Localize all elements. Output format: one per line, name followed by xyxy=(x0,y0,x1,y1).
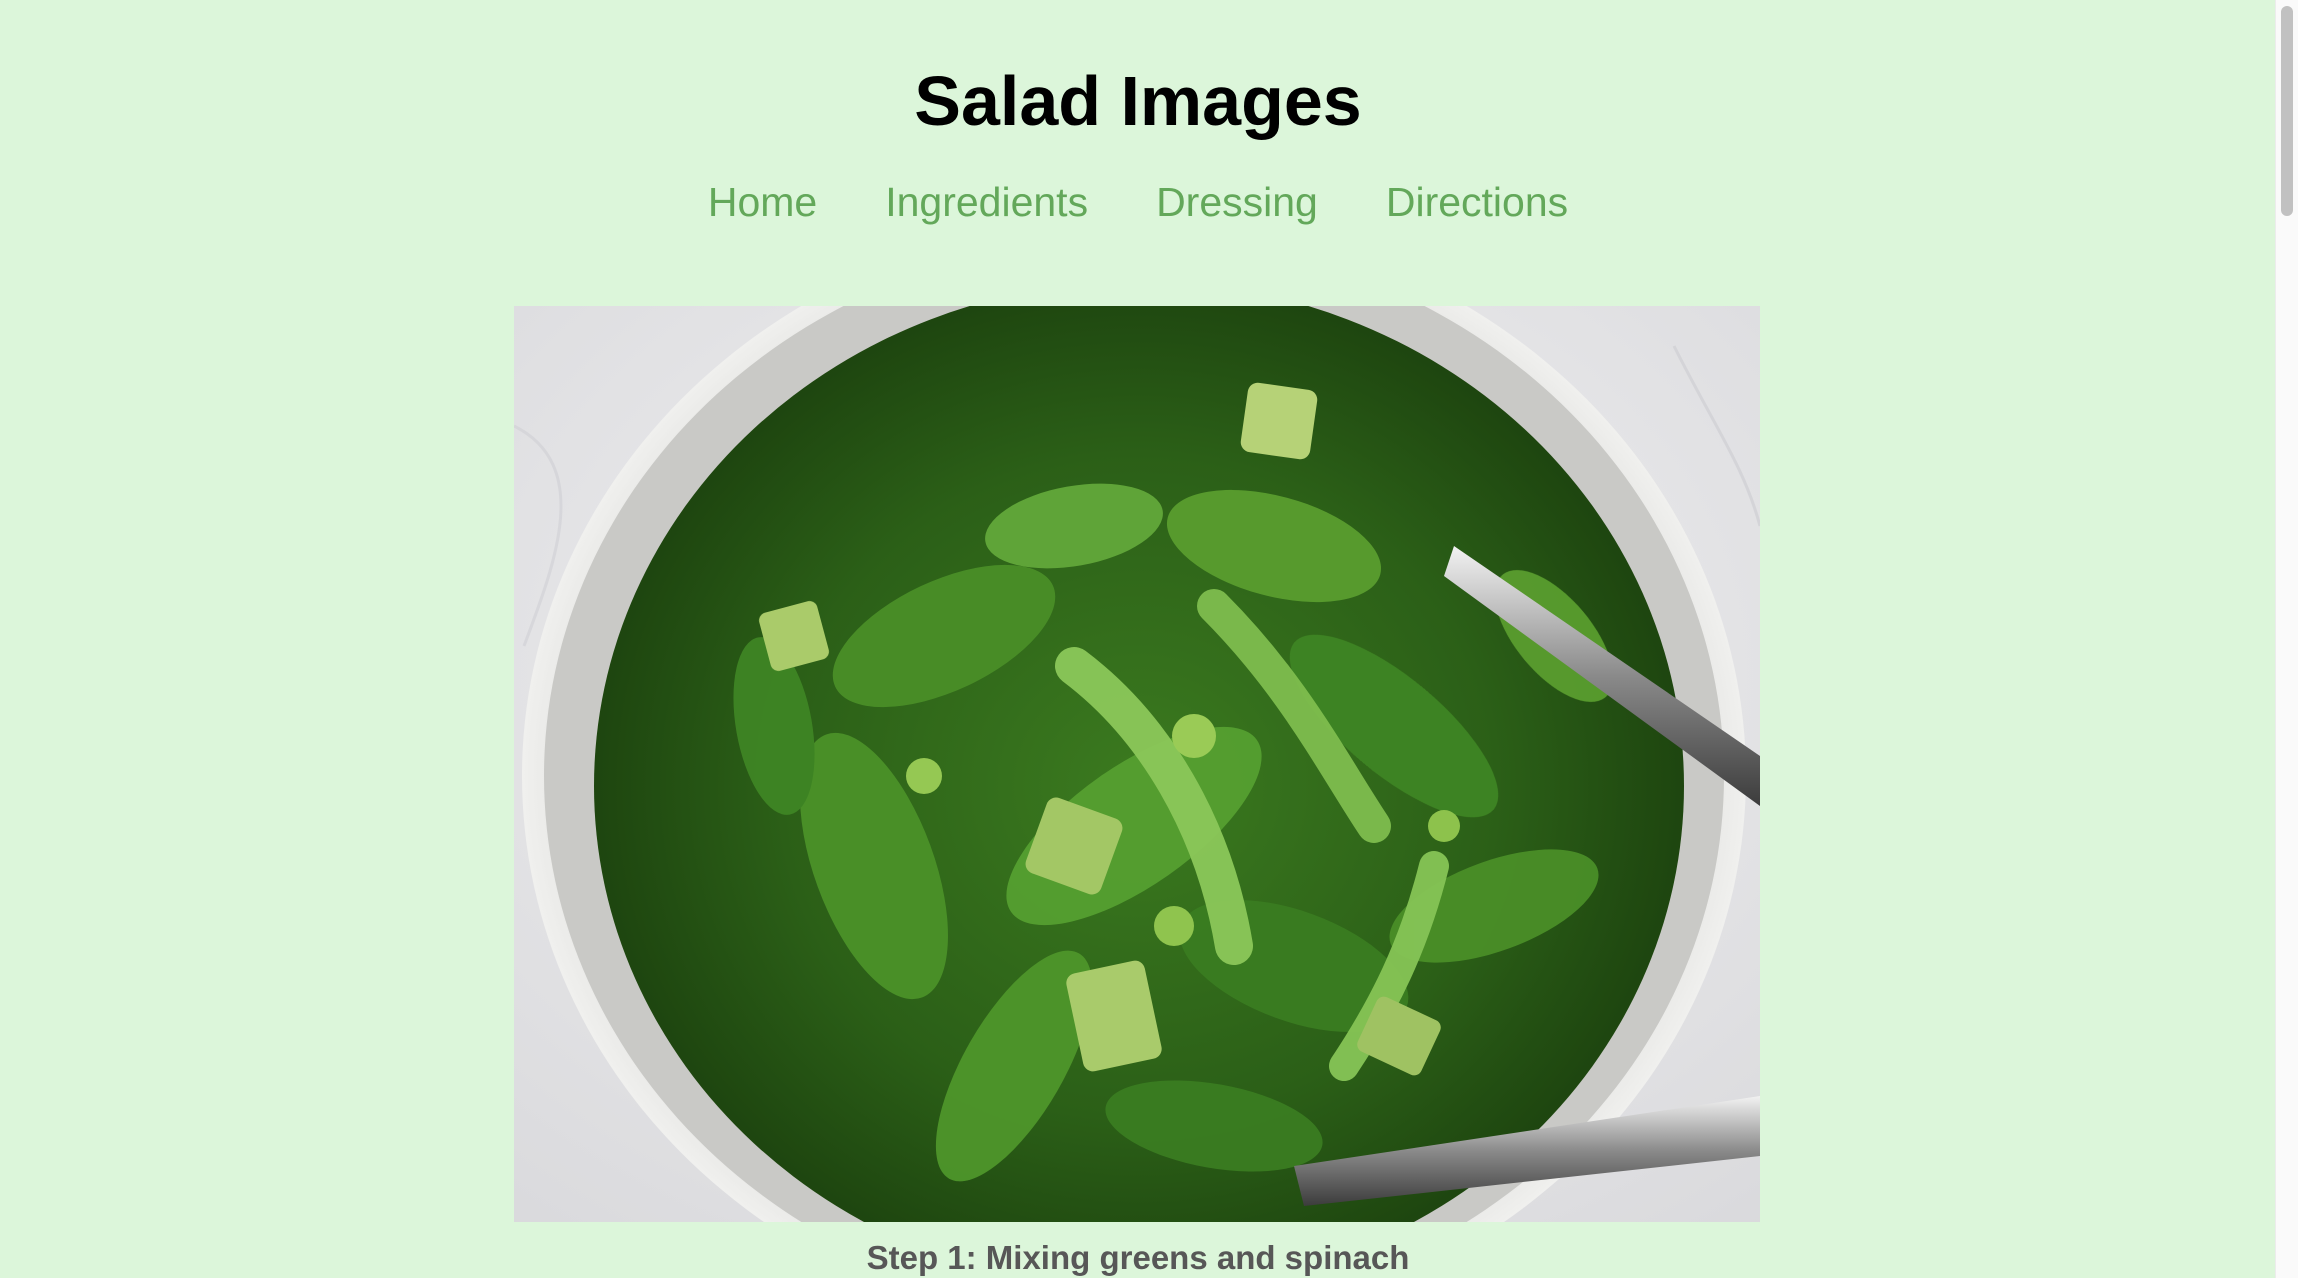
nav-link-home[interactable]: Home xyxy=(708,174,817,230)
salad-bowl-illustration xyxy=(514,306,1760,1222)
page: Salad Images Home Ingredients Dressing D… xyxy=(0,0,2276,1278)
page-title: Salad Images xyxy=(914,62,1362,140)
vertical-scrollbar[interactable] xyxy=(2275,0,2298,1278)
nav-link-dressing[interactable]: Dressing xyxy=(1156,174,1318,230)
main-nav: Home Ingredients Dressing Directions xyxy=(0,174,2276,230)
nav-link-directions[interactable]: Directions xyxy=(1386,174,1568,230)
photo-caption: Step 1: Mixing greens and spinach xyxy=(866,1239,1410,1276)
salad-photo xyxy=(514,306,1760,1222)
scrollbar-thumb[interactable] xyxy=(2281,6,2293,216)
nav-link-ingredients[interactable]: Ingredients xyxy=(885,174,1088,230)
